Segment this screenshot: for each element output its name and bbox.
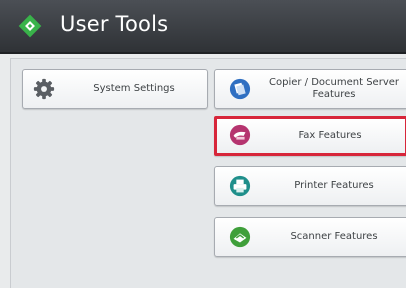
page-title: User Tools	[60, 12, 169, 36]
gear-icon	[33, 78, 55, 100]
printer-features-button[interactable]: Printer Features	[214, 166, 406, 206]
copier-document-icon	[229, 78, 251, 100]
copier-label: Copier / Document Server Features	[269, 77, 399, 100]
scanner-features-button[interactable]: Scanner Features	[214, 217, 406, 257]
user-tools-diamond-icon	[18, 14, 42, 38]
scanner-label: Scanner Features	[290, 231, 378, 242]
title-bar: User Tools	[0, 0, 406, 54]
printer-icon	[229, 175, 251, 197]
user-tools-screen: User Tools System Settings Copier / Docu…	[0, 0, 406, 288]
system-settings-button[interactable]: System Settings	[22, 69, 208, 109]
fax-label: Fax Features	[298, 130, 362, 141]
fax-features-button[interactable]: Fax Features	[214, 116, 406, 156]
copier-document-server-features-button[interactable]: Copier / Document Server Features	[214, 69, 406, 109]
printer-label: Printer Features	[294, 180, 374, 191]
scanner-icon	[229, 226, 251, 248]
system-settings-label: System Settings	[93, 83, 175, 94]
fax-icon	[229, 124, 251, 146]
